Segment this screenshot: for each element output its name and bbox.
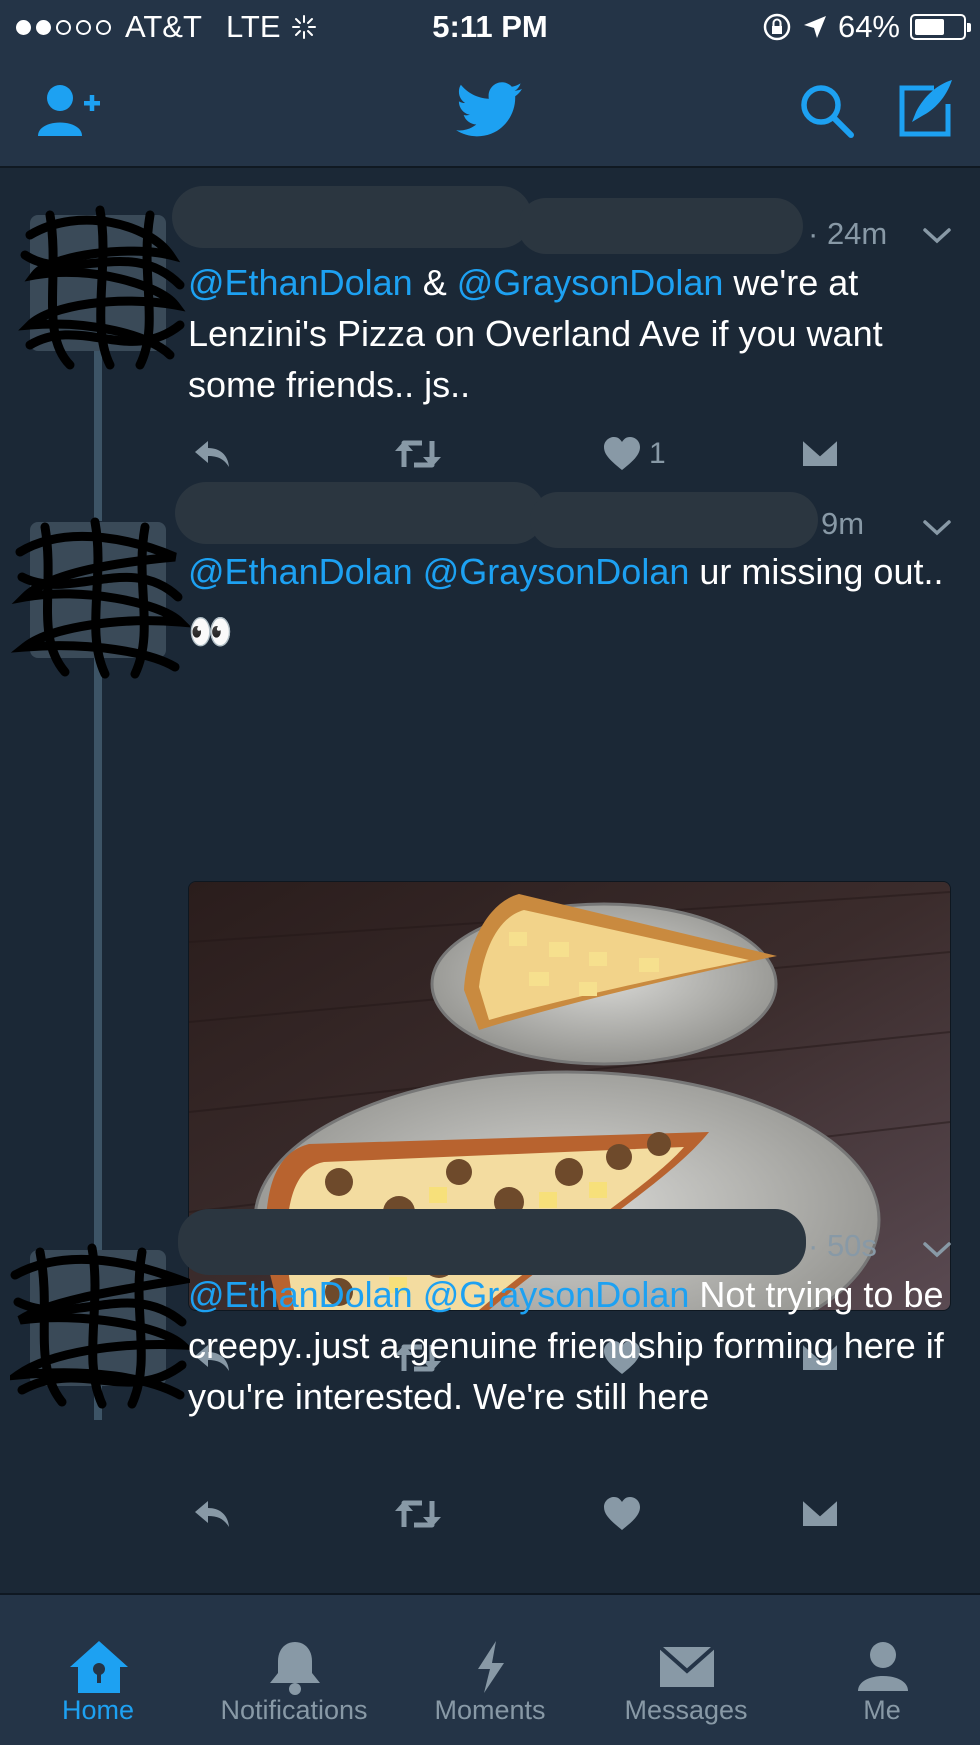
retweet-icon xyxy=(395,440,441,468)
avatar[interactable] xyxy=(10,1243,190,1409)
battery-percent: 64% xyxy=(837,9,900,44)
twitter-bird-icon[interactable] xyxy=(456,82,524,138)
bell-icon xyxy=(270,1642,320,1695)
add-user-icon[interactable] xyxy=(36,82,102,142)
mention-link[interactable]: @EthanDolan xyxy=(188,551,413,592)
tweet-timestamp: 9m xyxy=(821,506,865,541)
tweet-text: @EthanDolan @GraysonDolan Not trying to … xyxy=(188,1274,944,1417)
avatar[interactable] xyxy=(18,205,186,370)
tweet-actions xyxy=(188,1497,868,1547)
like-button[interactable]: 1 xyxy=(603,437,666,471)
redacted-username xyxy=(172,186,532,248)
tab-label: Home xyxy=(61,1695,135,1725)
heart-icon xyxy=(604,437,640,470)
retweet-button[interactable] xyxy=(392,437,444,471)
compose-icon[interactable] xyxy=(894,78,956,140)
reply-icon xyxy=(195,441,229,467)
chevron-down-icon[interactable] xyxy=(921,1240,953,1260)
mention-link[interactable]: @GraysonDolan xyxy=(423,1274,690,1315)
location-arrow-icon xyxy=(803,16,826,38)
chevron-down-icon[interactable] xyxy=(921,518,953,538)
envelope-icon xyxy=(658,1645,716,1687)
battery-icon xyxy=(910,14,971,40)
tweet[interactable]: 9m @EthanDolan @GraysonDolan ur missing … xyxy=(0,476,980,1374)
tab-notifications[interactable]: Notifications xyxy=(196,1595,392,1745)
mention-link[interactable]: @EthanDolan xyxy=(188,262,413,303)
bottom-tab-bar: Home Notifications Moments Messages Me xyxy=(0,1593,980,1745)
retweet-icon xyxy=(395,1500,441,1528)
avatar[interactable] xyxy=(10,517,190,679)
reply-icon xyxy=(195,1501,229,1527)
top-nav-bar xyxy=(0,56,980,168)
like-count: 1 xyxy=(649,437,666,470)
home-icon xyxy=(70,1641,128,1693)
mention-link[interactable]: @GraysonDolan xyxy=(457,262,724,303)
tab-home[interactable]: Home xyxy=(0,1595,196,1745)
redacted-handle xyxy=(518,198,803,254)
rotation-lock-icon xyxy=(763,13,791,41)
chevron-down-icon[interactable] xyxy=(921,226,953,246)
tweet-timestamp: · 24m xyxy=(808,216,888,251)
retweet-button[interactable] xyxy=(392,1497,444,1531)
redacted-username xyxy=(175,482,545,544)
redaction-scribble-icon xyxy=(18,205,186,370)
tweet-timestamp: · 50s xyxy=(808,1228,877,1263)
envelope-icon xyxy=(801,438,839,468)
status-bar: AT&T LTE 5:11 PM 64% xyxy=(0,0,980,56)
tab-label: Moments xyxy=(434,1695,546,1725)
tab-label: Notifications xyxy=(220,1695,368,1725)
person-icon xyxy=(858,1642,908,1691)
like-button[interactable] xyxy=(603,1497,649,1531)
redacted-username xyxy=(178,1209,806,1275)
tab-label: Me xyxy=(863,1695,901,1725)
reply-button[interactable] xyxy=(192,1497,232,1529)
mention-link[interactable]: @EthanDolan xyxy=(188,1274,413,1315)
status-right: 64% xyxy=(762,9,971,45)
tweet[interactable]: · 24m @EthanDolan & @GraysonDolan we're … xyxy=(0,168,980,476)
reply-button[interactable] xyxy=(192,437,232,469)
tab-label: Messages xyxy=(624,1695,748,1725)
tweet-text: @EthanDolan @GraysonDolan ur missing out… xyxy=(188,551,944,652)
tab-moments[interactable]: Moments xyxy=(392,1595,588,1745)
tab-me[interactable]: Me xyxy=(784,1595,980,1745)
redacted-handle xyxy=(530,492,818,548)
redaction-scribble-icon xyxy=(10,517,190,679)
timeline: · 24m @EthanDolan & @GraysonDolan we're … xyxy=(0,168,980,1595)
direct-message-button[interactable] xyxy=(800,1497,840,1529)
redaction-scribble-icon xyxy=(10,1243,190,1409)
mention-link[interactable]: @GraysonDolan xyxy=(423,551,690,592)
tab-messages[interactable]: Messages xyxy=(588,1595,784,1745)
tweet-text: @EthanDolan & @GraysonDolan we're at Len… xyxy=(188,262,883,405)
lightning-icon xyxy=(478,1641,504,1693)
heart-icon xyxy=(604,1497,640,1530)
envelope-icon xyxy=(801,1498,839,1528)
tweet[interactable]: · 50s @EthanDolan @GraysonDolan Not tryi… xyxy=(0,1209,980,1577)
direct-message-button[interactable] xyxy=(800,437,840,469)
search-icon[interactable] xyxy=(798,82,856,140)
